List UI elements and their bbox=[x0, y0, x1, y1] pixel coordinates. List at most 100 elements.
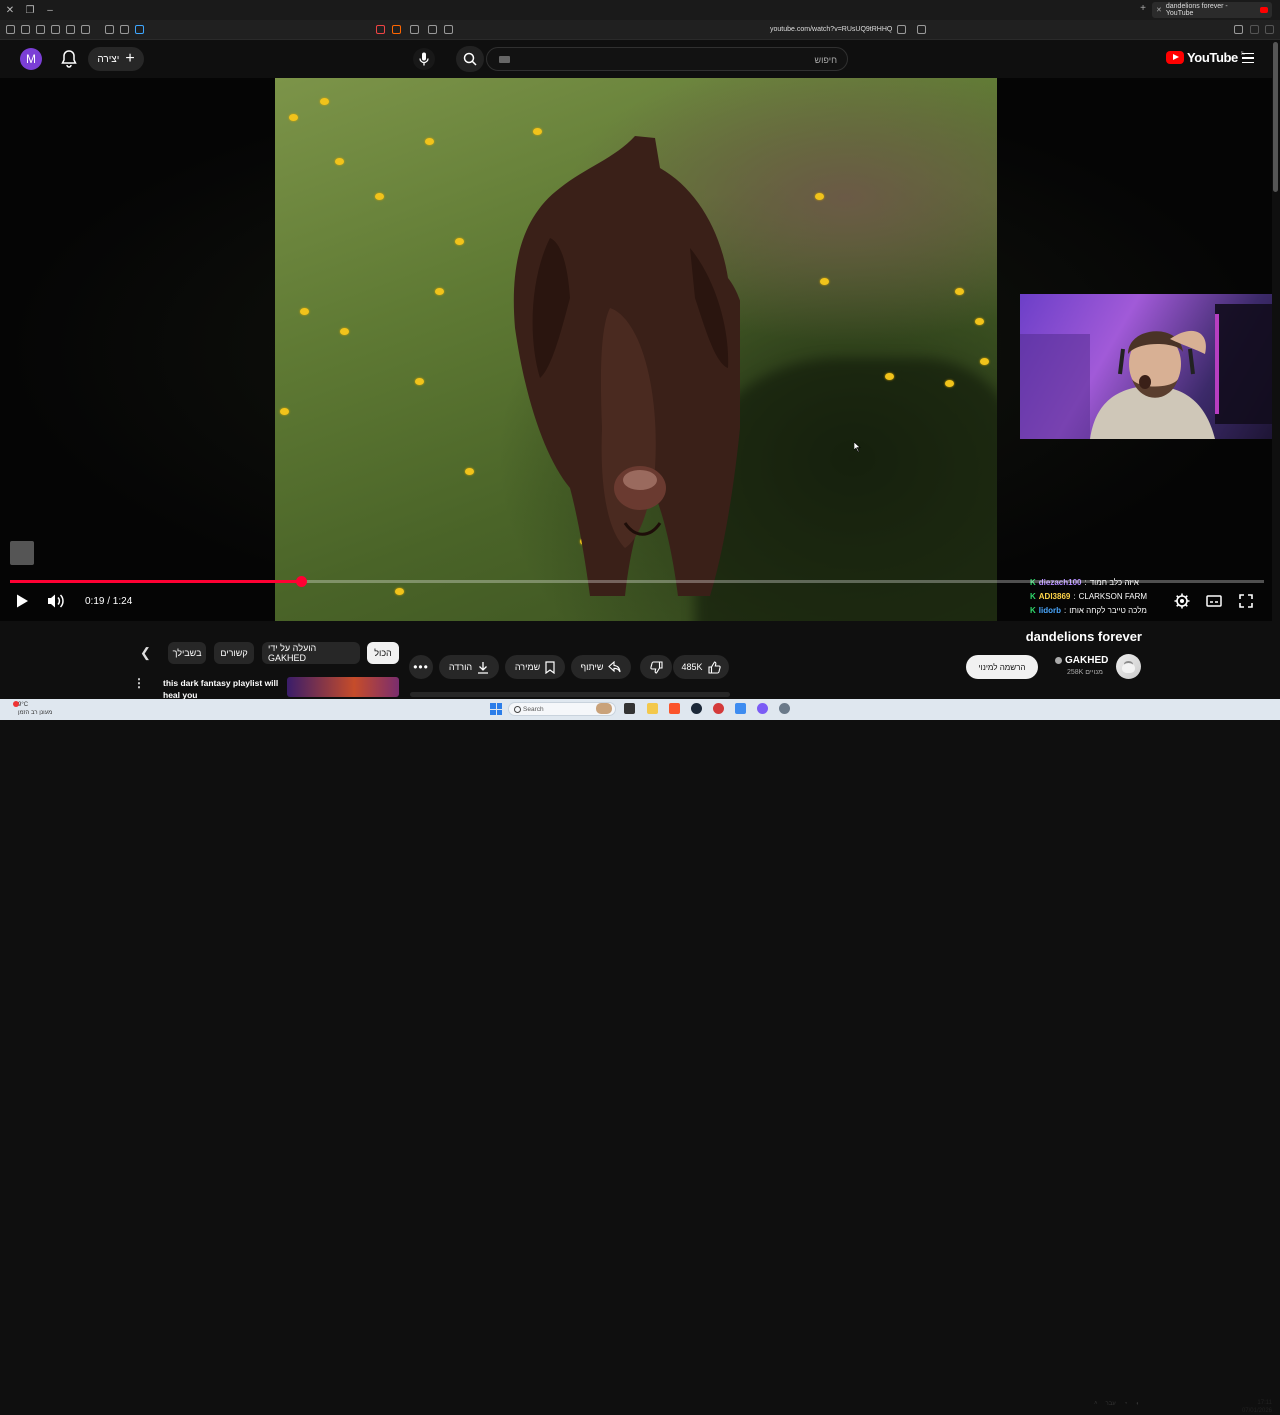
theater-mode-button[interactable] bbox=[1206, 593, 1222, 609]
minimize-icon[interactable]: – bbox=[40, 0, 60, 20]
share-button[interactable]: שיתוף bbox=[571, 655, 631, 679]
weather-widget[interactable]: 9°C מעונן רב הזמן bbox=[13, 701, 53, 717]
search-button[interactable] bbox=[456, 46, 484, 72]
save-button[interactable]: שמירה bbox=[505, 655, 565, 679]
youtube-favicon-icon bbox=[1260, 7, 1268, 13]
brave-shield-icon[interactable] bbox=[392, 25, 401, 34]
tab-title: dandelions forever - YouTube bbox=[1165, 3, 1228, 17]
chevron-up-icon[interactable]: ˄ bbox=[1094, 1401, 1098, 1407]
url-text[interactable]: youtube.com/watch?v=RUsUQ9tRHHQ bbox=[770, 26, 892, 33]
page-scrollbar[interactable] bbox=[1273, 42, 1278, 192]
play-icon bbox=[17, 594, 28, 608]
search-bar[interactable] bbox=[486, 47, 848, 71]
chip-all[interactable]: הכול bbox=[367, 642, 399, 664]
discord-icon[interactable] bbox=[757, 703, 768, 714]
dislike-button[interactable] bbox=[640, 655, 672, 679]
chat-text: מלכה טייבר לקחה אותו bbox=[1069, 606, 1147, 615]
recommendation-thumbnail[interactable] bbox=[287, 677, 399, 697]
channel-avatar[interactable] bbox=[1116, 654, 1141, 679]
music-icon[interactable] bbox=[81, 25, 90, 34]
search-input[interactable] bbox=[517, 52, 837, 67]
more-actions-button[interactable]: ••• bbox=[409, 655, 433, 679]
more-vertical-icon[interactable]: ⋮ bbox=[133, 676, 145, 690]
voice-search-mic-icon[interactable] bbox=[413, 48, 435, 70]
play-button[interactable] bbox=[14, 593, 30, 609]
settings-icon[interactable] bbox=[120, 25, 129, 34]
chip-for-you[interactable]: בשבילך bbox=[168, 642, 206, 664]
video-frame[interactable] bbox=[275, 78, 997, 621]
channel-name[interactable]: GAKHED bbox=[1055, 655, 1108, 666]
like-button[interactable]: 485K bbox=[673, 655, 729, 679]
dandelion bbox=[955, 288, 964, 295]
keyboard-icon[interactable] bbox=[499, 56, 510, 63]
dandelion bbox=[815, 193, 824, 200]
extension-icon[interactable] bbox=[36, 25, 45, 34]
hamburger-menu-icon[interactable] bbox=[1242, 53, 1254, 63]
app-icon-red[interactable] bbox=[713, 703, 724, 714]
chat-icon[interactable] bbox=[135, 25, 144, 34]
restore-icon[interactable]: ❐ bbox=[20, 0, 40, 20]
progress-fill bbox=[10, 580, 301, 583]
settings-app-icon[interactable] bbox=[779, 703, 790, 714]
chat-separator: : bbox=[1084, 578, 1087, 587]
new-tab-button[interactable]: + bbox=[1140, 3, 1146, 14]
browser-tab-bar: ✕ ❐ – + ✕ dandelions forever - YouTube bbox=[0, 0, 1280, 20]
app-icon-blue[interactable] bbox=[735, 703, 746, 714]
notifications-bell-icon[interactable] bbox=[61, 50, 77, 68]
youtube-play-icon bbox=[1166, 51, 1184, 64]
dandelion bbox=[340, 328, 349, 335]
windows-start-icon[interactable] bbox=[490, 703, 502, 715]
chevron-left-icon[interactable]: ❮ bbox=[140, 645, 151, 661]
taskbar-clock[interactable]: 17:11 07/01/2026 bbox=[1236, 1399, 1272, 1415]
shield-icon[interactable] bbox=[21, 25, 30, 34]
translate-icon[interactable] bbox=[897, 25, 906, 34]
forward-arrow-icon[interactable] bbox=[1265, 25, 1274, 34]
browser-tab[interactable]: ✕ dandelions forever - YouTube bbox=[1152, 2, 1272, 18]
chip-uploaded-by[interactable]: הועלה על ידי GAKHED bbox=[262, 642, 360, 664]
chat-username: diezach100 bbox=[1038, 578, 1082, 587]
wifi-icon[interactable]: ◔ bbox=[1124, 1401, 1128, 1407]
screenshot-icon[interactable] bbox=[444, 25, 453, 34]
weather-temp: 9°C bbox=[18, 702, 29, 708]
brave-browser-icon[interactable] bbox=[669, 703, 680, 714]
volume-button[interactable] bbox=[47, 593, 65, 609]
fullscreen-button[interactable] bbox=[1238, 593, 1254, 609]
steam-icon[interactable] bbox=[691, 703, 702, 714]
system-tray[interactable]: ˄ עבר ◔ ◖ bbox=[1094, 1401, 1139, 1407]
close-icon[interactable]: ✕ bbox=[0, 0, 20, 20]
sidebar-icon[interactable] bbox=[66, 25, 75, 34]
create-button[interactable]: יצירה + bbox=[88, 47, 144, 71]
progress-scrubber[interactable] bbox=[295, 576, 307, 587]
like-count: 485K bbox=[681, 662, 703, 672]
subscribe-button[interactable]: הרשמה למינוי bbox=[966, 655, 1038, 679]
chip-related[interactable]: קשורים bbox=[214, 642, 254, 664]
menu-icon[interactable] bbox=[6, 25, 15, 34]
reload-icon[interactable] bbox=[1234, 25, 1243, 34]
progress-bar[interactable] bbox=[10, 576, 1264, 587]
task-view-icon[interactable] bbox=[624, 703, 635, 714]
bookmark-icon[interactable] bbox=[917, 25, 926, 34]
settings-button[interactable] bbox=[1174, 593, 1190, 609]
video-player[interactable]: Kdiezach100: איזה כלב חמוד K ADI3869: CLARKS… bbox=[0, 78, 1272, 621]
back-icon[interactable] bbox=[410, 25, 419, 34]
windows-taskbar: 9°C מעונן רב הזמן ˄ עבר ◔ ◖ 17:11 07/01/… bbox=[0, 699, 1280, 1414]
zoom-icon[interactable] bbox=[428, 25, 437, 34]
alert-icon[interactable] bbox=[376, 25, 385, 34]
file-explorer-icon[interactable] bbox=[647, 703, 658, 714]
youtube-logo[interactable]: YouTube IL bbox=[1166, 50, 1245, 65]
dandelion bbox=[820, 278, 829, 285]
weather-desc: מעונן רב הזמן bbox=[18, 710, 53, 716]
language-indicator[interactable]: עבר bbox=[1106, 1401, 1116, 1407]
avatar[interactable]: M bbox=[20, 48, 42, 70]
back-arrow-icon[interactable] bbox=[1250, 25, 1259, 34]
more-horizontal-icon: ••• bbox=[413, 660, 429, 674]
description-box[interactable] bbox=[410, 692, 730, 697]
tab-close-icon[interactable]: ✕ bbox=[1156, 6, 1162, 14]
dog-image bbox=[490, 128, 740, 598]
tabs-icon[interactable] bbox=[51, 25, 60, 34]
download-button[interactable]: הורדה bbox=[439, 655, 499, 679]
recommendation-title[interactable]: this dark fantasy playlist will heal you bbox=[163, 677, 283, 699]
grid-icon[interactable] bbox=[105, 25, 114, 34]
widget-app-icon[interactable] bbox=[596, 703, 612, 714]
speaker-icon[interactable]: ◖ bbox=[1135, 1401, 1139, 1407]
